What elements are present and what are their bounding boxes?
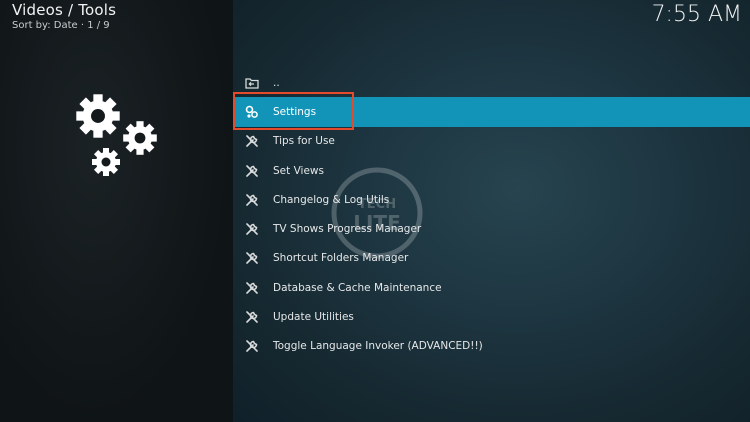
page-title: Videos / Tools: [12, 1, 117, 19]
folder-back-icon: [245, 76, 259, 90]
gears-icon: [76, 94, 157, 176]
list-item-label: Update Utilities: [273, 311, 354, 324]
list-item-label: Shortcut Folders Manager: [273, 252, 409, 265]
list-item-tv-shows-progress[interactable]: TV Shows Progress Manager: [233, 214, 750, 243]
list-item-update-utilities[interactable]: Update Utilities: [233, 302, 750, 331]
list-item-parent[interactable]: ..: [233, 68, 750, 97]
list-item-label: Changelog & Log Utils: [273, 193, 390, 206]
tools-icon: [245, 222, 259, 236]
list-item-label: ..: [273, 76, 280, 89]
list-item-database-cache[interactable]: Database & Cache Maintenance: [233, 273, 750, 302]
tools-icon: [245, 193, 259, 207]
tools-icon: [245, 339, 259, 353]
tools-icon: [245, 251, 259, 265]
list-item-label: Settings: [273, 105, 317, 118]
list-item-changelog[interactable]: Changelog & Log Utils: [233, 185, 750, 214]
list-item-settings[interactable]: Settings: [233, 97, 750, 127]
list-item-tips-for-use[interactable]: Tips for Use: [233, 127, 750, 156]
tools-icon: [245, 134, 259, 148]
list-item-label: Set Views: [273, 164, 324, 177]
list-item-label: Database & Cache Maintenance: [273, 281, 442, 294]
list-item-shortcut-folders[interactable]: Shortcut Folders Manager: [233, 244, 750, 273]
tools-icon: [245, 310, 259, 324]
left-pane: [0, 0, 233, 422]
list-item-label: Tips for Use: [273, 135, 335, 148]
list-item-set-views[interactable]: Set Views: [233, 156, 750, 185]
tools-icon: [245, 164, 259, 178]
settings-icon: [245, 105, 259, 119]
kodi-screen: Videos / Tools Sort by: Date · 1 / 9 7:5…: [0, 0, 750, 422]
menu-list: .. Settings Tips for Use Set Views Chang…: [233, 68, 750, 361]
list-item-label: TV Shows Progress Manager: [273, 223, 422, 236]
tools-icon: [245, 281, 259, 295]
list-item-toggle-language[interactable]: Toggle Language Invoker (ADVANCED!!): [233, 332, 750, 361]
list-item-label: Toggle Language Invoker (ADVANCED!!): [273, 340, 483, 353]
clock: 7:55 AM: [651, 2, 742, 27]
sort-info: Sort by: Date · 1 / 9: [12, 20, 110, 31]
